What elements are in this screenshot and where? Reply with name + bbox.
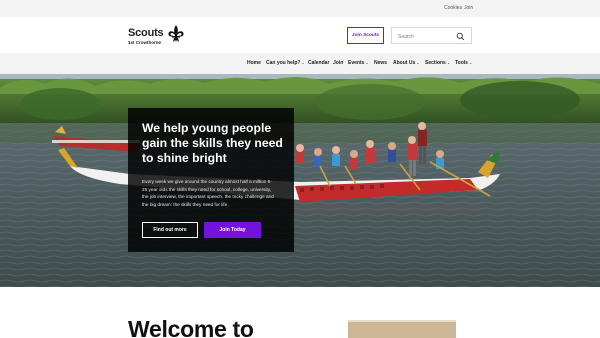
nav-item-label: Sections: [425, 60, 446, 66]
chevron-down-icon: ⌄: [301, 60, 305, 65]
hero-photo-dragon-boat: [0, 74, 600, 287]
site-header: Scouts 1st Crowthorne Join Scouts: [0, 17, 600, 53]
hero-panel: We help young people gain the skills the…: [128, 108, 294, 252]
nav-item-label: Tools: [455, 60, 468, 66]
chevron-down-icon: ⌄: [416, 60, 420, 65]
welcome-heading: Welcome to: [128, 316, 254, 338]
nav-item-news[interactable]: News: [374, 60, 387, 66]
nav-item-tools[interactable]: Tools⌄: [455, 60, 472, 66]
nav-item-can-you-help[interactable]: Can you help?⌄: [266, 60, 305, 66]
main-nav: Home Can you help?⌄ Calendar Join Events…: [0, 53, 600, 74]
nav-item-label: Home: [247, 60, 261, 66]
nav-item-join[interactable]: Join: [333, 60, 343, 66]
nav-item-calendar[interactable]: Calendar: [308, 60, 329, 66]
find-out-more-button[interactable]: Find out more: [142, 222, 198, 238]
logo-text[interactable]: Scouts: [128, 27, 164, 39]
utility-bar: Cookies Join: [0, 0, 600, 17]
hero-body-text: Every week we give around the country al…: [142, 179, 274, 207]
nav-item-sections[interactable]: Sections⌄: [425, 60, 450, 66]
utility-join-link[interactable]: Join: [464, 5, 473, 11]
search-box: [391, 27, 472, 44]
nav-item-about-us[interactable]: About Us⌄: [393, 60, 420, 66]
join-scouts-button[interactable]: Join Scouts: [347, 27, 384, 44]
chevron-down-icon: ⌄: [365, 60, 369, 65]
search-input[interactable]: [398, 32, 458, 41]
search-icon[interactable]: [456, 32, 465, 41]
nav-item-label: Can you help?: [266, 60, 301, 66]
welcome-photo: [348, 320, 456, 338]
cookies-link[interactable]: Cookies: [444, 5, 462, 11]
fleur-de-lis-icon[interactable]: [166, 24, 186, 44]
nav-item-label: About Us: [393, 60, 416, 66]
chevron-down-icon: ⌄: [446, 60, 451, 65]
chevron-down-icon: ⌄: [468, 60, 473, 65]
nav-item-home[interactable]: Home: [247, 60, 261, 66]
hero-banner: We help young people gain the skills the…: [0, 74, 600, 287]
page: Cookies Join Scouts 1st Crowthorne Join …: [0, 0, 600, 338]
logo-subtitle: 1st Crowthorne: [128, 40, 162, 45]
nav-item-label: News: [374, 60, 388, 66]
nav-item-label: Events: [348, 60, 365, 66]
nav-item-label: Calendar: [308, 60, 330, 66]
nav-item-events[interactable]: Events⌄: [348, 60, 369, 66]
nav-item-label: Join: [333, 60, 344, 66]
hero-headline: We help young people gain the skills the…: [142, 121, 283, 165]
join-today-button[interactable]: Join Today: [204, 222, 261, 238]
